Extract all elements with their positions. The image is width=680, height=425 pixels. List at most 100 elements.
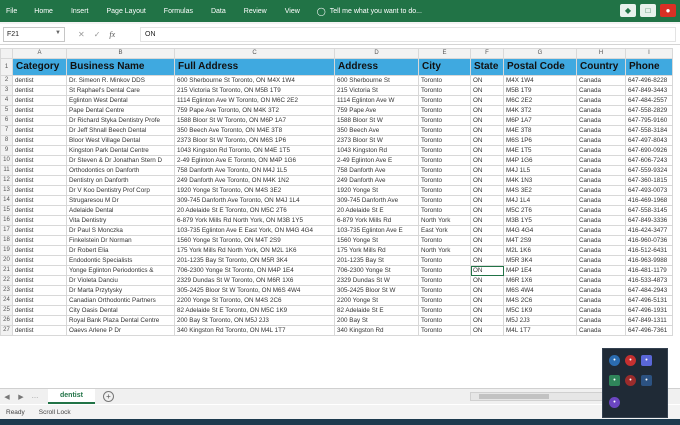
- cell[interactable]: 6-879 York Mills Rd: [334, 215, 419, 226]
- cell[interactable]: 1560 Yonge St Toronto, ON M4T 2S9: [174, 235, 335, 246]
- cell[interactable]: M4G 4G4: [503, 225, 577, 236]
- column-header[interactable]: F: [470, 48, 504, 59]
- cell[interactable]: dentist: [12, 275, 67, 286]
- cell[interactable]: ON: [470, 315, 504, 326]
- cell[interactable]: Dr Richard Styka Dentistry Profe: [66, 115, 175, 126]
- cell[interactable]: dentist: [12, 225, 67, 236]
- row-number[interactable]: 5: [0, 105, 13, 116]
- cell[interactable]: Dr V Koo Dentistry Prof Corp: [66, 185, 175, 196]
- cell[interactable]: M5C 1K9: [503, 305, 577, 316]
- cell[interactable]: 647-558-3145: [625, 205, 673, 216]
- cell[interactable]: dentist: [12, 95, 67, 106]
- row-number[interactable]: 24: [0, 295, 13, 306]
- row-number[interactable]: 22: [0, 275, 13, 286]
- cell[interactable]: 647-496-8228: [625, 75, 673, 86]
- cell[interactable]: Canada: [576, 175, 626, 186]
- cell[interactable]: M5C 2T6: [503, 205, 577, 216]
- cell[interactable]: Toronto: [418, 265, 471, 276]
- cell[interactable]: Eglinton West Dental: [66, 95, 175, 106]
- row-number[interactable]: 14: [0, 195, 13, 206]
- cell[interactable]: Toronto: [418, 155, 471, 166]
- cell[interactable]: ON: [470, 205, 504, 216]
- cell[interactable]: M4K 1N3: [503, 175, 577, 186]
- cell[interactable]: North York: [418, 215, 471, 226]
- cell[interactable]: 2329 Dundas St W: [334, 275, 419, 286]
- cell[interactable]: Canada: [576, 295, 626, 306]
- cell[interactable]: Canada: [576, 235, 626, 246]
- cell[interactable]: Canada: [576, 155, 626, 166]
- cell[interactable]: ON: [470, 215, 504, 226]
- cell[interactable]: 706-2300 Yonge St Toronto, ON M4P 1E4: [174, 265, 335, 276]
- cell[interactable]: dentist: [12, 125, 67, 136]
- tab-view[interactable]: View: [276, 0, 309, 22]
- cell[interactable]: ON: [470, 265, 504, 276]
- cell[interactable]: dentist: [12, 215, 67, 226]
- cell[interactable]: 1560 Yonge St: [334, 235, 419, 246]
- row-number[interactable]: 3: [0, 85, 13, 96]
- header-cell[interactable]: Category: [12, 58, 67, 76]
- antivirus-icon[interactable]: •: [625, 355, 636, 366]
- cell[interactable]: M3B 1Y5: [503, 215, 577, 226]
- row-number[interactable]: 23: [0, 285, 13, 296]
- cell[interactable]: M4S 3E2: [503, 185, 577, 196]
- cell[interactable]: 201-1235 Bay St Toronto, ON M5R 3K4: [174, 255, 335, 266]
- cell[interactable]: ON: [470, 195, 504, 206]
- tab-file[interactable]: File: [0, 0, 25, 22]
- cell[interactable]: Dr Violeta Danciu: [66, 275, 175, 286]
- tab-review[interactable]: Review: [235, 0, 276, 22]
- cell[interactable]: 647-493-0073: [625, 185, 673, 196]
- cell[interactable]: ON: [470, 95, 504, 106]
- cell[interactable]: Dr. Simeon R. Minkov DDS: [66, 75, 175, 86]
- column-header[interactable]: E: [418, 48, 471, 59]
- cell[interactable]: ON: [470, 145, 504, 156]
- cell[interactable]: Canada: [576, 245, 626, 256]
- cell[interactable]: ON: [470, 125, 504, 136]
- cell[interactable]: M6C 2E2: [503, 95, 577, 106]
- cell[interactable]: dentist: [12, 135, 67, 146]
- cell[interactable]: Canada: [576, 95, 626, 106]
- bluetooth-icon[interactable]: •: [609, 355, 620, 366]
- row-number[interactable]: 27: [0, 325, 13, 336]
- header-cell[interactable]: Full Address: [174, 58, 335, 76]
- cell[interactable]: Canada: [576, 325, 626, 336]
- cell[interactable]: M4S 2C6: [503, 295, 577, 306]
- cell[interactable]: dentist: [12, 75, 67, 86]
- header-cell[interactable]: Phone: [625, 58, 673, 76]
- cell[interactable]: ON: [470, 225, 504, 236]
- cell[interactable]: M6P 1A7: [503, 115, 577, 126]
- cell[interactable]: ON: [470, 325, 504, 336]
- cell[interactable]: ON: [470, 305, 504, 316]
- cell[interactable]: 647-484-2943: [625, 285, 673, 296]
- cell[interactable]: Finkelstein Dr Norman: [66, 235, 175, 246]
- cell[interactable]: Orthodontics on Danforth: [66, 165, 175, 176]
- cell[interactable]: 759 Pape Ave Toronto, ON M4K 3T2: [174, 105, 335, 116]
- cell[interactable]: City Oasis Dental: [66, 305, 175, 316]
- cell[interactable]: Canada: [576, 215, 626, 226]
- cell[interactable]: 416-424-3477: [625, 225, 673, 236]
- cell[interactable]: 340 Kingston Rd Toronto, ON M4L 1T7: [174, 325, 335, 336]
- row-number[interactable]: 20: [0, 255, 13, 266]
- cell[interactable]: Toronto: [418, 325, 471, 336]
- row-number[interactable]: 15: [0, 205, 13, 216]
- cell[interactable]: 647-360-1815: [625, 175, 673, 186]
- cell[interactable]: Canada: [576, 285, 626, 296]
- cell[interactable]: 416-469-1968: [625, 195, 673, 206]
- cell[interactable]: M6R 1X6: [503, 275, 577, 286]
- cell[interactable]: 647-849-3336: [625, 215, 673, 226]
- header-cell[interactable]: Country: [576, 58, 626, 76]
- sheet-next-icon[interactable]: ▶: [18, 393, 23, 401]
- header-cell[interactable]: City: [418, 58, 471, 76]
- pen-icon[interactable]: •: [609, 397, 620, 408]
- cell[interactable]: Toronto: [418, 135, 471, 146]
- cell[interactable]: Toronto: [418, 75, 471, 86]
- column-header[interactable]: G: [503, 48, 577, 59]
- cell[interactable]: dentist: [12, 305, 67, 316]
- cell[interactable]: dentist: [12, 145, 67, 156]
- cell[interactable]: dentist: [12, 325, 67, 336]
- sync-icon[interactable]: •: [609, 375, 620, 386]
- cell[interactable]: 200 Bay St: [334, 315, 419, 326]
- cell[interactable]: 416-533-4873: [625, 275, 673, 286]
- cell[interactable]: dentist: [12, 185, 67, 196]
- row-number[interactable]: 18: [0, 235, 13, 246]
- cell[interactable]: Dr Marta Przytysky: [66, 285, 175, 296]
